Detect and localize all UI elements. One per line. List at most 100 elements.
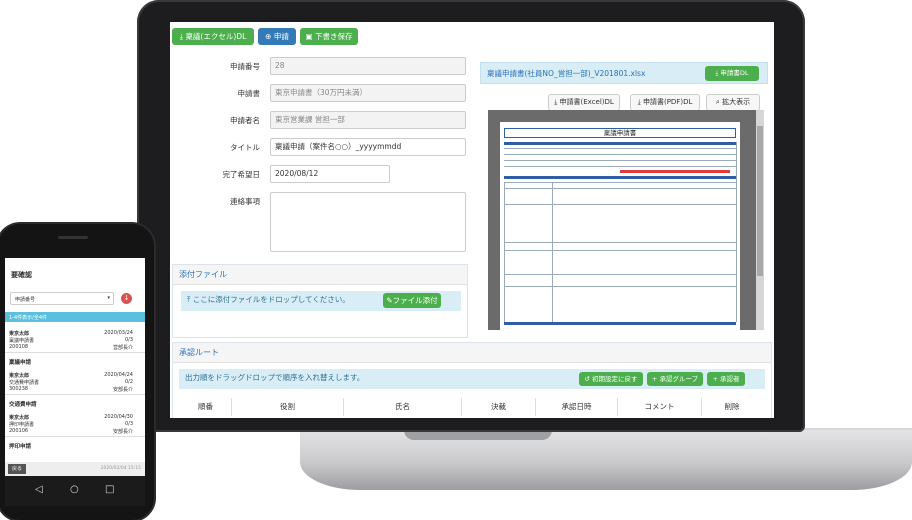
col-role: 役割 bbox=[232, 398, 344, 416]
template-download-label: 稟議(エクセル)DL bbox=[185, 32, 247, 41]
due-label: 完了希望日 bbox=[222, 170, 261, 179]
title-label: タイトル bbox=[230, 143, 260, 152]
item-approver: 営部長介 bbox=[112, 345, 133, 351]
section-label: 稟議申請 bbox=[9, 360, 32, 366]
doc-col-line bbox=[736, 142, 737, 322]
doc-row bbox=[504, 182, 736, 183]
attach-header: 添付ファイル bbox=[173, 265, 467, 285]
item-applicant: 東京太郎 bbox=[9, 373, 30, 379]
phone-tab-label: 1-4件表示/全4件 bbox=[9, 315, 48, 321]
phone-back-button[interactable]: 戻る bbox=[8, 464, 26, 474]
due-date-field[interactable]: 2020/08/12 bbox=[270, 165, 390, 183]
preview-header: 稟議申請書(社員NO_営担一部)_V201801.xlsx ⤓ 申請書DL bbox=[480, 62, 768, 84]
item-approver: 安部長介 bbox=[112, 387, 133, 393]
phone-screen: 要確認 申請番号 ▾ ↓ 1-4件表示/全4件 東京太郎 2020/03/24 … bbox=[5, 258, 145, 476]
preview-dl-label: 申請書DL bbox=[720, 69, 749, 77]
reset-route-button[interactable]: ↺ 初期設定に戻す bbox=[579, 372, 643, 386]
home-nav-icon[interactable]: ○ bbox=[70, 484, 79, 495]
notes-textarea[interactable] bbox=[270, 192, 466, 252]
pdf-dl-button[interactable]: ⤓ 申請書(PDF)DL bbox=[630, 94, 700, 111]
item-no: 200108 bbox=[9, 344, 29, 350]
add-group-button[interactable]: + 承認グループ bbox=[647, 372, 703, 386]
undo-icon: ↺ bbox=[584, 375, 592, 383]
app-no-field[interactable]: 28 bbox=[270, 57, 466, 75]
route-header: 承認ルート bbox=[173, 343, 771, 363]
item-progress: 0/3 bbox=[124, 421, 133, 427]
item-applicant: 東京太郎 bbox=[9, 415, 30, 421]
item-date: 2020/04/30 bbox=[104, 414, 133, 420]
reset-route-label: 初期設定に戻す bbox=[592, 375, 638, 383]
template-download-button[interactable]: ⤓ 稟議(エクセル)DL bbox=[172, 28, 254, 45]
laptop-base bbox=[300, 430, 912, 490]
doc-row bbox=[504, 204, 736, 205]
add-approver-button[interactable]: + 承認者 bbox=[707, 372, 745, 386]
phone-title: 要確認 bbox=[11, 271, 32, 279]
save-draft-label: 下書き保存 bbox=[314, 32, 353, 41]
pdf-dl-label: 申請書(PDF)DL bbox=[642, 98, 693, 106]
recents-nav-icon[interactable]: □ bbox=[105, 484, 114, 495]
attach-file-button[interactable]: ✎ファイル添付 bbox=[383, 293, 441, 308]
col-decision: 決裁 bbox=[462, 398, 536, 416]
title-field[interactable]: 稟議申請（案件名○○）_yyyymmdd bbox=[270, 138, 466, 156]
laptop-screen: ⤓ 稟議(エクセル)DL ⊕ 申請 ▣ 下書き保存 申請番号 28 申請書 東京… bbox=[170, 22, 774, 418]
applicant-field[interactable]: 東京営業課 営担一部 bbox=[270, 111, 466, 129]
col-order: 順番 bbox=[180, 398, 232, 416]
doc-section-bar bbox=[504, 176, 736, 179]
item-progress: 0/2 bbox=[124, 379, 133, 385]
phone-speaker bbox=[58, 236, 88, 239]
doc-row bbox=[504, 148, 736, 149]
doc-row bbox=[504, 160, 736, 161]
col-approved-at: 承認日時 bbox=[536, 398, 618, 416]
back-nav-icon[interactable]: ◁ bbox=[35, 484, 43, 495]
phone-footer-time: 2020/02/04 15:15 bbox=[100, 466, 141, 471]
save-icon: ▣ bbox=[305, 32, 315, 41]
item-form: 交通費申請書 bbox=[9, 380, 40, 386]
excel-dl-label: 申請書(Excel)DL bbox=[559, 98, 614, 106]
document-preview[interactable]: 稟議申請書 bbox=[488, 110, 756, 330]
excel-dl-button[interactable]: ⤓ 申請書(Excel)DL bbox=[548, 94, 620, 111]
section-label: 押印申請 bbox=[9, 444, 32, 450]
item-approver: 安部長介 bbox=[112, 429, 133, 435]
attach-drop-text: ここに添付ファイルをドロップしてください。 bbox=[192, 295, 350, 304]
phone-tab[interactable]: 1-4件表示/全4件 bbox=[5, 312, 145, 322]
doc-section-bar bbox=[504, 322, 736, 325]
plus-circle-icon: ⊕ bbox=[265, 32, 274, 41]
save-draft-button[interactable]: ▣ 下書き保存 bbox=[300, 28, 358, 45]
doc-col-line bbox=[552, 182, 553, 322]
phone-download-icon[interactable]: ↓ bbox=[121, 293, 132, 304]
item-applicant: 東京太郎 bbox=[9, 331, 30, 337]
col-delete: 削除 bbox=[724, 402, 740, 411]
doc-section-bar bbox=[504, 142, 736, 145]
chevron-down-icon: ▾ bbox=[107, 295, 110, 301]
preview-scroll-thumb[interactable] bbox=[757, 126, 763, 276]
attach-panel: 添付ファイル ⤒ ここに添付ファイルをドロップしてください。 ✎ファイル添付 bbox=[172, 264, 468, 338]
col-comment: コメント bbox=[618, 398, 702, 416]
add-approver-label: 承認者 bbox=[720, 375, 740, 383]
doc-row bbox=[504, 274, 736, 275]
phone-select[interactable]: 申請番号 ▾ bbox=[10, 292, 114, 305]
divider bbox=[5, 394, 145, 395]
apply-button[interactable]: ⊕ 申請 bbox=[258, 28, 296, 45]
preview-dl-button[interactable]: ⤓ 申請書DL bbox=[705, 66, 759, 81]
document-sheet: 稟議申請書 bbox=[500, 122, 740, 330]
phone-nav-bar: ◁ ○ □ bbox=[5, 476, 145, 506]
preview-filename[interactable]: 稟議申請書(社員NO_営担一部)_V201801.xlsx bbox=[487, 68, 645, 79]
document-title: 稟議申請書 bbox=[504, 128, 736, 138]
attach-file-label: ファイル添付 bbox=[392, 296, 438, 305]
apply-label: 申請 bbox=[273, 32, 289, 41]
divider bbox=[5, 436, 145, 437]
form-field[interactable]: 東京申請書（30万円未満） bbox=[270, 84, 466, 102]
applicant-label: 申請者名 bbox=[230, 116, 260, 125]
section-label: 交通費申請 bbox=[9, 402, 37, 408]
zoom-button[interactable]: ⌕ 拡大表示 bbox=[706, 94, 760, 111]
item-progress: 0/3 bbox=[124, 337, 133, 343]
phone-select-value: 申請番号 bbox=[15, 297, 36, 303]
doc-row bbox=[504, 286, 736, 287]
add-group-label: 承認グループ bbox=[659, 375, 699, 383]
divider bbox=[5, 352, 145, 353]
doc-row bbox=[504, 250, 736, 251]
preview-scrollbar[interactable] bbox=[756, 110, 764, 330]
item-date: 2020/04/24 bbox=[104, 372, 133, 378]
item-no: 300238 bbox=[9, 386, 29, 392]
doc-warning-text bbox=[620, 170, 730, 173]
